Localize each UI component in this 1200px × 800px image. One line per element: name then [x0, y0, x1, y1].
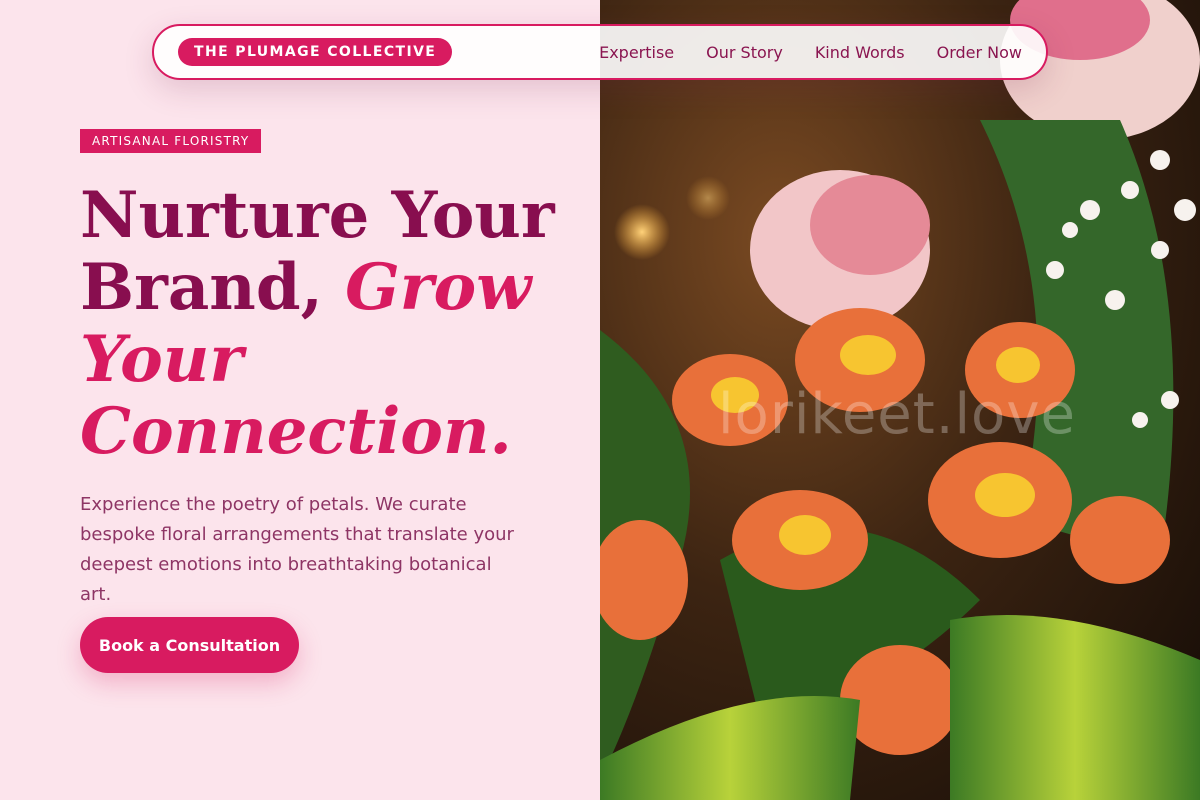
- nav-link-order-now[interactable]: Order Now: [937, 43, 1022, 62]
- hero-description: Experience the poetry of petals. We cura…: [80, 494, 514, 605]
- nav-link-expertise[interactable]: Expertise: [599, 43, 674, 62]
- eyebrow-badge: ARTISANAL FLORISTRY: [80, 129, 262, 153]
- hero-headline: Nurture Your Brand, Grow Your Connection…: [80, 180, 580, 468]
- nav-link-our-story[interactable]: Our Story: [706, 43, 783, 62]
- top-navigation: THE PLUMAGE COLLECTIVE Expertise Our Sto…: [152, 24, 1048, 80]
- image-watermark: lorikeet.love: [718, 382, 1076, 447]
- nav-links: Expertise Our Story Kind Words Order Now: [599, 43, 1022, 62]
- book-consultation-button[interactable]: Book a Consultation: [80, 617, 299, 673]
- nav-link-kind-words[interactable]: Kind Words: [815, 43, 905, 62]
- brand-logo[interactable]: THE PLUMAGE COLLECTIVE: [178, 38, 453, 66]
